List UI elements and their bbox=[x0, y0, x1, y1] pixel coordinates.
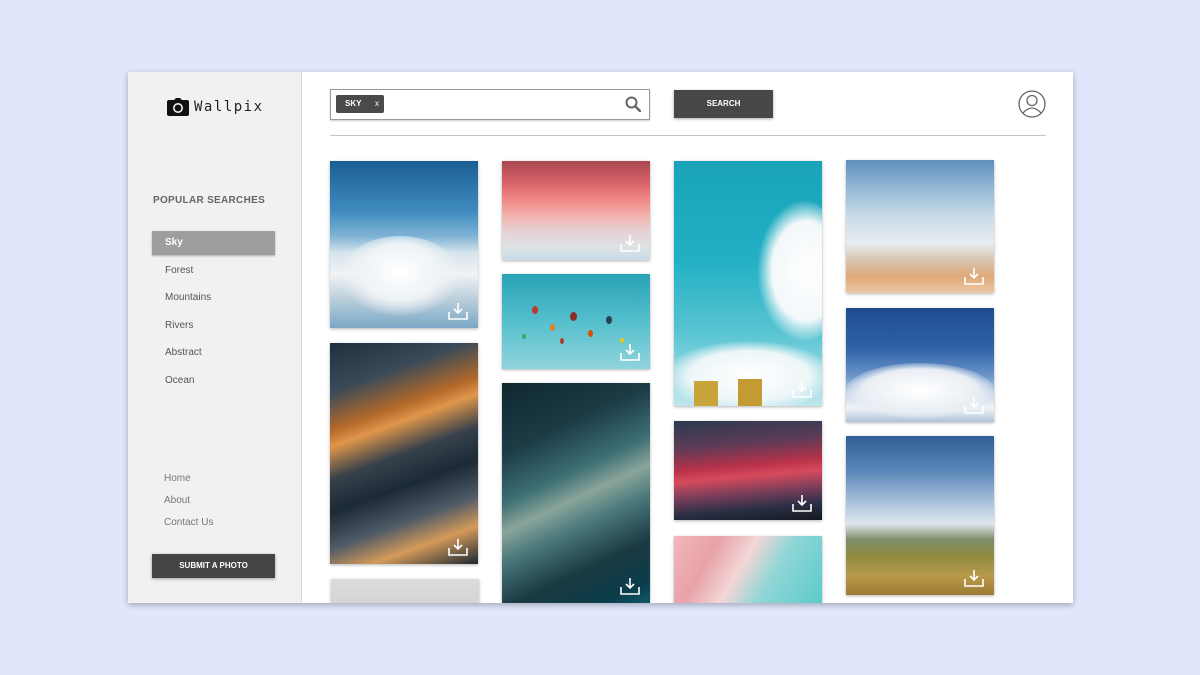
tile-image-building bbox=[694, 381, 718, 406]
sidebar-item-ocean[interactable]: Ocean bbox=[152, 369, 275, 393]
sidebar-item-rivers[interactable]: Rivers bbox=[152, 314, 275, 338]
sidebar-item-sky[interactable]: Sky bbox=[152, 231, 275, 255]
gallery-tile[interactable] bbox=[674, 161, 822, 406]
about-link[interactable]: About bbox=[164, 490, 213, 512]
gallery-tile[interactable] bbox=[846, 436, 994, 595]
submit-photo-button[interactable]: SUBMIT A PHOTO bbox=[152, 554, 275, 578]
search-button[interactable]: SEARCH bbox=[674, 90, 773, 118]
gallery-tile[interactable] bbox=[674, 421, 822, 520]
user-avatar-icon[interactable] bbox=[1018, 90, 1046, 118]
sidebar: Wallpix POPULAR SEARCHES Sky Forest Moun… bbox=[128, 72, 302, 603]
balloon-icon bbox=[532, 306, 538, 314]
download-icon[interactable] bbox=[963, 266, 985, 286]
contact-us-link[interactable]: Contact Us bbox=[164, 512, 213, 534]
balloon-icon bbox=[550, 324, 555, 331]
sidebar-item-abstract[interactable]: Abstract bbox=[152, 341, 275, 365]
download-icon[interactable] bbox=[791, 493, 813, 513]
logo[interactable]: Wallpix bbox=[167, 98, 264, 116]
camera-icon bbox=[167, 98, 189, 116]
tile-image-clouds bbox=[758, 201, 822, 341]
download-icon[interactable] bbox=[791, 379, 813, 399]
gallery-tile[interactable] bbox=[502, 274, 650, 369]
download-icon[interactable] bbox=[619, 576, 641, 596]
balloon-icon bbox=[570, 312, 577, 321]
tile-image-clouds bbox=[340, 236, 460, 316]
home-link[interactable]: Home bbox=[164, 468, 213, 490]
search-input[interactable] bbox=[389, 93, 613, 117]
download-icon[interactable] bbox=[619, 233, 641, 253]
gallery-tile[interactable] bbox=[502, 383, 650, 603]
gallery-tile[interactable] bbox=[502, 161, 650, 260]
app-window: Wallpix POPULAR SEARCHES Sky Forest Moun… bbox=[128, 72, 1073, 603]
tile-image-building bbox=[738, 379, 762, 406]
category-list: Sky Forest Mountains Rivers Abstract Oce… bbox=[152, 231, 275, 397]
gallery-tile[interactable] bbox=[674, 536, 822, 603]
balloon-icon bbox=[560, 338, 564, 344]
download-icon[interactable] bbox=[963, 395, 985, 415]
sidebar-item-forest[interactable]: Forest bbox=[152, 259, 275, 283]
footer-links: Home About Contact Us bbox=[164, 468, 213, 534]
balloon-icon bbox=[606, 316, 612, 324]
download-icon[interactable] bbox=[619, 342, 641, 362]
search-box: SKY x bbox=[330, 89, 650, 120]
app-name: Wallpix bbox=[194, 99, 264, 115]
gallery-tile[interactable] bbox=[331, 579, 479, 603]
download-icon[interactable] bbox=[447, 301, 469, 321]
download-icon[interactable] bbox=[963, 568, 985, 588]
popular-searches-title: POPULAR SEARCHES bbox=[153, 195, 266, 206]
gallery-tile[interactable] bbox=[846, 160, 994, 293]
gallery-tile[interactable] bbox=[846, 308, 994, 422]
sidebar-item-mountains[interactable]: Mountains bbox=[152, 286, 275, 310]
remove-tag-button[interactable]: x bbox=[375, 95, 379, 113]
gallery-tile[interactable] bbox=[330, 161, 478, 328]
balloon-icon bbox=[522, 334, 526, 339]
download-icon[interactable] bbox=[447, 537, 469, 557]
search-tag-label: SKY bbox=[345, 99, 362, 108]
header-divider bbox=[330, 135, 1046, 136]
gallery-tile[interactable] bbox=[330, 343, 478, 564]
search-icon[interactable] bbox=[625, 96, 641, 112]
search-tag-chip: SKY x bbox=[336, 95, 384, 113]
balloon-icon bbox=[588, 330, 593, 337]
